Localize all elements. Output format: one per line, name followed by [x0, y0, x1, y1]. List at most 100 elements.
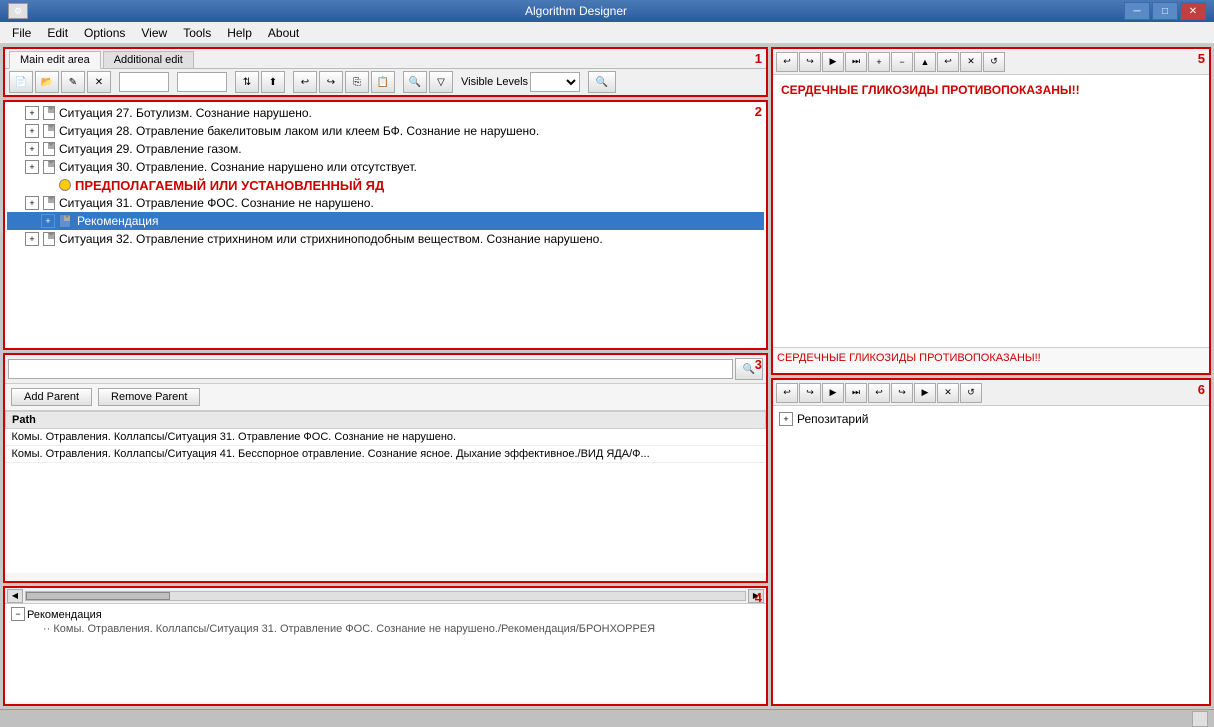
p5-btn-8[interactable]: ↩ — [937, 52, 959, 72]
tree-item[interactable]: + Ситуация 30. Отравление. Сознание нару… — [7, 158, 764, 176]
r-tree-root[interactable]: + Репозитарий — [777, 410, 1205, 428]
tree-item[interactable]: ПРЕДПОЛАГАЕМЫЙ ИЛИ УСТАНОВЛЕННЫЙ ЯД — [7, 176, 764, 194]
tree-item[interactable]: + Ситуация 31. Отравление ФОС. Сознание … — [7, 194, 764, 212]
panel-5-toolbar: ↩ ↪ ▶ ⏭ + − ▲ ↩ ✕ ↺ — [773, 49, 1209, 75]
close-button[interactable]: ✕ — [1180, 2, 1206, 20]
menu-options[interactable]: Options — [76, 24, 133, 42]
toolbar-row: 📄 📂 ✎ ✕ ⇅ ⬆ ↩ ↪ ⎘ 📋 🔍 ▽ — [5, 69, 766, 95]
tree-item[interactable]: + Ситуация 29. Отравление газом. — [7, 140, 764, 158]
toolbar-search-btn[interactable]: 🔍 — [403, 71, 427, 93]
menu-file[interactable]: File — [4, 24, 39, 42]
p6-btn-1[interactable]: ↩ — [776, 383, 798, 403]
tree-container[interactable]: + Ситуация 27. Ботулизм. Сознание наруше… — [5, 102, 766, 348]
hscroll-bar[interactable]: ◀ ▶ — [5, 588, 766, 604]
add-parent-button[interactable]: Add Parent — [11, 388, 92, 406]
tree-expand-1[interactable]: + — [25, 106, 39, 120]
tree-expand-3[interactable]: + — [25, 142, 39, 156]
toolbar-paste-btn[interactable]: 📋 — [371, 71, 395, 93]
menu-edit[interactable]: Edit — [39, 24, 76, 42]
toolbar-edit-btn[interactable]: ✎ — [61, 71, 85, 93]
p5-btn-4[interactable]: ⏭ — [845, 52, 867, 72]
p6-btn-5[interactable]: ↩ — [868, 383, 890, 403]
tree-expand-6[interactable]: + — [25, 196, 39, 210]
panel-4: 4 ◀ ▶ − Рекомендация ·· Комы. Отравления… — [3, 586, 768, 706]
p5-btn-10[interactable]: ↺ — [983, 52, 1005, 72]
toolbar-combo1[interactable] — [119, 72, 169, 92]
toolbar-copy-btn[interactable]: ⎘ — [345, 71, 369, 93]
title-bar-icon: ⚙ — [8, 3, 28, 19]
doc-icon — [41, 196, 57, 210]
panel-1: 1 Main edit area Additional edit 📄 📂 ✎ ✕… — [3, 47, 768, 97]
hscroll-thumb[interactable] — [26, 592, 170, 600]
p6-btn-3[interactable]: ▶ — [822, 383, 844, 403]
panel-4-content[interactable]: − Рекомендация ·· Комы. Отравления. Колл… — [5, 604, 766, 702]
remove-parent-button[interactable]: Remove Parent — [98, 388, 200, 406]
tab-additional-edit[interactable]: Additional edit — [103, 51, 194, 68]
toolbar-redo-btn[interactable]: ↪ — [319, 71, 343, 93]
circle-icon — [57, 178, 73, 192]
p5-btn-7[interactable]: ▲ — [914, 52, 936, 72]
menu-about[interactable]: About — [260, 24, 307, 42]
p6-btn-4[interactable]: ⏭ — [845, 383, 867, 403]
tree-expand-2[interactable]: + — [25, 124, 39, 138]
panel-6-content[interactable]: + Репозитарий — [773, 406, 1209, 704]
maximize-button[interactable]: □ — [1152, 2, 1178, 20]
doc-icon — [41, 160, 57, 174]
panel-3-toolbar: 🔍 — [5, 355, 766, 384]
tree-expand-4[interactable]: + — [25, 160, 39, 174]
tabs-row: Main edit area Additional edit — [5, 49, 766, 69]
tree-expand-7[interactable]: + — [41, 214, 55, 228]
panel-5-preview: СЕРДЕЧНЫЕ ГЛИКОЗИДЫ ПРОТИВОПОКАЗАНЫ!! — [773, 347, 1209, 373]
p5-btn-3[interactable]: ▶ — [822, 52, 844, 72]
toolbar-open-btn[interactable]: 📂 — [35, 71, 59, 93]
p4-tree-root[interactable]: − Рекомендация — [11, 607, 760, 623]
toolbar-sort-btn[interactable]: ⇅ — [235, 71, 259, 93]
panel-5: 5 ↩ ↪ ▶ ⏭ + − ▲ ↩ ✕ ↺ СЕРДЕЧНЫЕ ГЛИКОЗИД… — [771, 47, 1211, 375]
panel-3-search[interactable] — [8, 359, 733, 379]
p6-btn-9[interactable]: ↺ — [960, 383, 982, 403]
tab-main-edit[interactable]: Main edit area — [9, 51, 101, 69]
tree-item[interactable]: + Ситуация 32. Отравление стрихнином или… — [7, 230, 764, 248]
panel-6: 6 ↩ ↪ ▶ ⏭ ↩ ↪ ▶ ✕ ↺ + Репозитарий — [771, 378, 1211, 706]
p5-btn-5[interactable]: + — [868, 52, 890, 72]
toolbar-undo-btn[interactable]: ↩ — [293, 71, 317, 93]
p6-btn-6[interactable]: ↪ — [891, 383, 913, 403]
toolbar-search2-btn[interactable]: 🔍 — [588, 71, 616, 93]
toolbar-up-btn[interactable]: ⬆ — [261, 71, 285, 93]
r-tree-expand[interactable]: + — [779, 412, 793, 426]
table-row[interactable]: Комы. Отравления. Коллапсы/Ситуация 41. … — [6, 446, 766, 463]
p4-root-label: Рекомендация — [27, 607, 102, 623]
p5-btn-2[interactable]: ↪ — [799, 52, 821, 72]
minimize-button[interactable]: ─ — [1124, 2, 1150, 20]
toolbar-combo2[interactable] — [177, 72, 227, 92]
visible-levels-group: Visible Levels — [461, 72, 580, 92]
toolbar-delete-btn[interactable]: ✕ — [87, 71, 111, 93]
visible-levels-label: Visible Levels — [461, 76, 528, 88]
resize-grip[interactable] — [1192, 711, 1208, 727]
r-tree-label: Репозитарий — [797, 412, 869, 426]
menu-tools[interactable]: Tools — [175, 24, 219, 42]
visible-levels-select[interactable] — [530, 72, 580, 92]
panel-1-number: 1 — [755, 51, 762, 66]
hscroll-left[interactable]: ◀ — [7, 589, 23, 603]
p4-expand[interactable]: − — [11, 607, 25, 621]
tree-label-selected: Рекомендация — [75, 214, 161, 228]
p6-btn-2[interactable]: ↪ — [799, 383, 821, 403]
menu-view[interactable]: View — [133, 24, 175, 42]
p5-btn-6[interactable]: − — [891, 52, 913, 72]
table-container[interactable]: Path Комы. Отравления. Коллапсы/Ситуация… — [5, 411, 766, 573]
tree-expand-8[interactable]: + — [25, 232, 39, 246]
tree-item[interactable]: + Ситуация 28. Отравление бакелитовым ла… — [7, 122, 764, 140]
p5-btn-1[interactable]: ↩ — [776, 52, 798, 72]
panel-5-content: СЕРДЕЧНЫЕ ГЛИКОЗИДЫ ПРОТИВОПОКАЗАНЫ!! — [773, 75, 1209, 347]
menu-help[interactable]: Help — [219, 24, 260, 42]
tree-item-selected[interactable]: + Рекомендация — [7, 212, 764, 230]
p6-btn-8[interactable]: ✕ — [937, 383, 959, 403]
toolbar-filter-btn[interactable]: ▽ — [429, 71, 453, 93]
p5-btn-9[interactable]: ✕ — [960, 52, 982, 72]
hscroll-track[interactable] — [25, 591, 746, 601]
p6-btn-7[interactable]: ▶ — [914, 383, 936, 403]
table-row[interactable]: Комы. Отравления. Коллапсы/Ситуация 31. … — [6, 429, 766, 446]
tree-item[interactable]: + Ситуация 27. Ботулизм. Сознание наруше… — [7, 104, 764, 122]
toolbar-new-btn[interactable]: 📄 — [9, 71, 33, 93]
